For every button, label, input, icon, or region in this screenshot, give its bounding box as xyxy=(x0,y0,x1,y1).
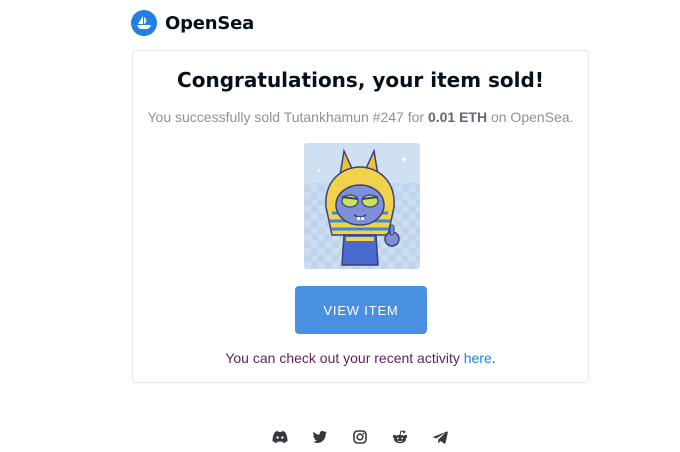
twitter-icon[interactable] xyxy=(311,428,329,446)
svg-text:✦: ✦ xyxy=(316,167,322,175)
social-links xyxy=(271,428,449,446)
sale-prefix: You successfully sold Tutankhamun #247 f… xyxy=(147,109,425,125)
sale-notification-card: Congratulations, your item sold! You suc… xyxy=(132,50,589,383)
email-page: OpenSea Congratulations, your item sold!… xyxy=(0,0,680,452)
pharaoh-cat-nft-image[interactable]: ✦ ✦ xyxy=(304,143,420,269)
view-item-button[interactable]: VIEW ITEM xyxy=(295,286,427,334)
recent-activity-line: You can check out your recent activity h… xyxy=(133,350,588,366)
instagram-icon[interactable] xyxy=(351,428,369,446)
sale-suffix: on OpenSea. xyxy=(490,109,574,125)
activity-period: . xyxy=(491,350,496,366)
telegram-icon[interactable] xyxy=(431,428,449,446)
discord-icon[interactable] xyxy=(271,428,289,446)
activity-here-link[interactable]: here xyxy=(464,350,492,366)
reddit-icon[interactable] xyxy=(391,428,409,446)
sale-summary: You successfully sold Tutankhamun #247 f… xyxy=(133,109,588,125)
opensea-ship-icon xyxy=(131,10,157,36)
brand-name: OpenSea xyxy=(165,12,255,34)
activity-text: You can check out your recent activity xyxy=(225,350,460,366)
svg-text:✦: ✦ xyxy=(400,155,408,166)
opensea-brand[interactable]: OpenSea xyxy=(131,10,254,36)
headline: Congratulations, your item sold! xyxy=(177,68,544,92)
sale-price: 0.01 ETH xyxy=(427,109,488,125)
